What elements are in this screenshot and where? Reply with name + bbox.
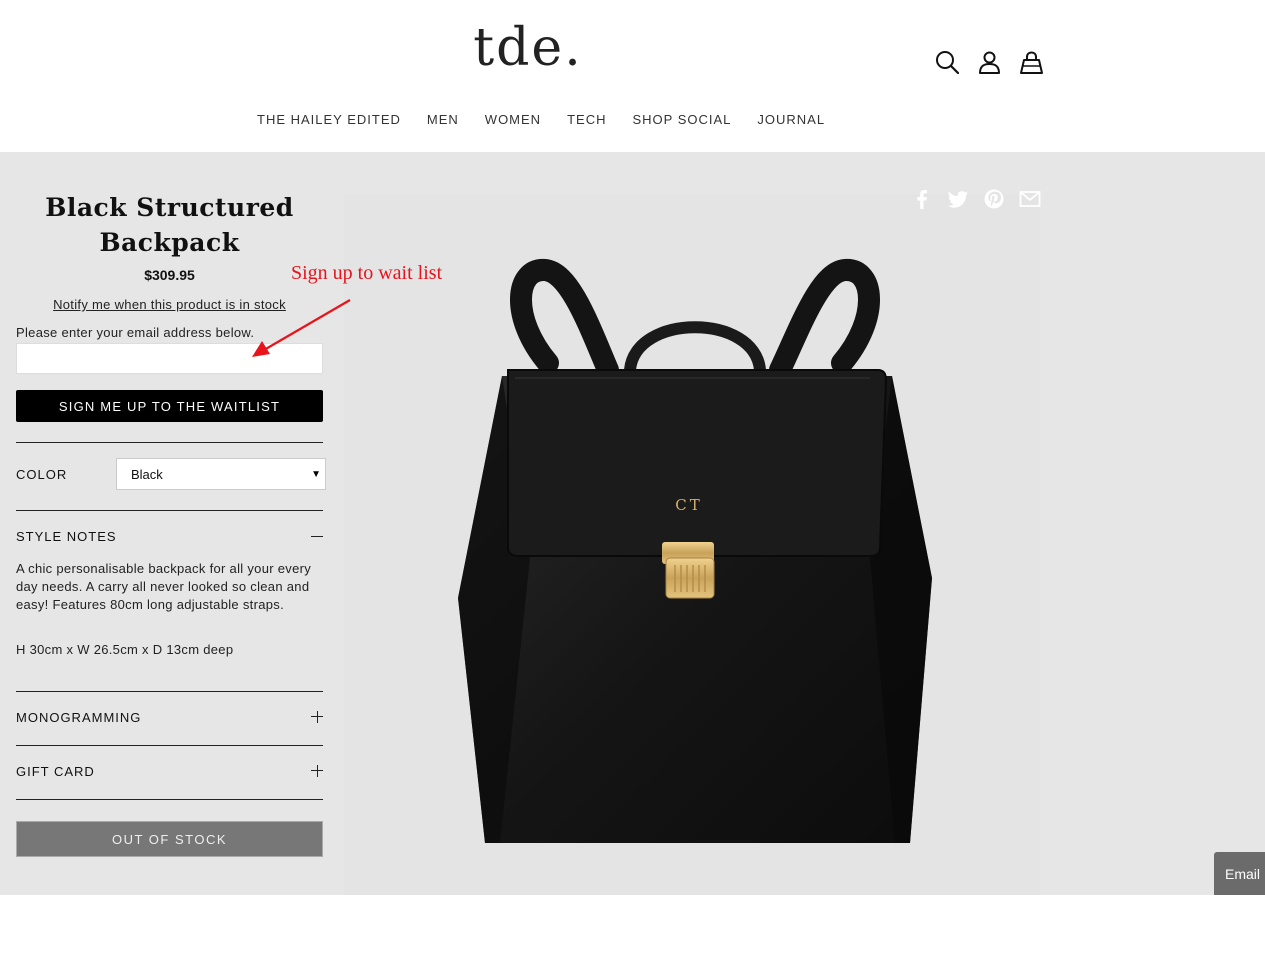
facebook-icon[interactable] <box>911 188 933 210</box>
search-icon[interactable] <box>934 49 961 76</box>
chevron-down-icon: ▼ <box>311 468 321 480</box>
email-label: Please enter your email address below. <box>16 325 255 340</box>
expand-plus-icon[interactable] <box>311 765 323 777</box>
pinterest-icon[interactable] <box>983 188 1005 210</box>
gift-card-label[interactable]: GIFT CARD <box>16 764 95 779</box>
style-notes-text: A chic personalisable backpack for all y… <box>16 561 312 612</box>
bag-icon[interactable] <box>1018 49 1045 76</box>
out-of-stock-button: OUT OF STOCK <box>16 821 323 857</box>
main-nav: THE HAILEY EDITED MEN WOMEN TECH SHOP SO… <box>257 112 825 127</box>
account-icon[interactable] <box>976 49 1003 76</box>
product-title-line2: Backpack <box>99 228 240 257</box>
twitter-icon[interactable] <box>947 188 969 210</box>
product-image-backpack[interactable]: CT <box>440 258 950 858</box>
social-share <box>911 188 1041 210</box>
product-dimensions: H 30cm x W 26.5cm x D 13cm deep <box>16 642 234 657</box>
product-price: $309.95 <box>144 267 195 283</box>
expand-plus-icon[interactable] <box>311 711 323 723</box>
email-signup-tab[interactable]: Email <box>1214 852 1265 895</box>
color-label: COLOR <box>16 467 68 482</box>
site-logo[interactable]: tde. <box>0 18 1056 78</box>
monogramming-label[interactable]: MONOGRAMMING <box>16 710 141 725</box>
header-icons <box>934 49 1045 76</box>
color-select-value: Black <box>131 466 163 482</box>
waitlist-signup-button[interactable]: SIGN ME UP TO THE WAITLIST <box>16 390 323 422</box>
nav-men[interactable]: MEN <box>427 112 459 127</box>
product-title: Black Structured Backpack <box>16 190 323 260</box>
waitlist-annotation: Sign up to wait list <box>291 262 443 284</box>
nav-journal[interactable]: JOURNAL <box>757 112 825 127</box>
monogram-text: CT <box>675 496 702 514</box>
divider <box>16 745 323 746</box>
divider <box>16 442 323 443</box>
site-header: tde. THE HAILEY EDITED MEN WOMEN TECH SH… <box>0 0 1265 152</box>
annotation-arrow-icon <box>252 299 351 357</box>
product-title-line1: Black Structured <box>45 193 294 222</box>
email-share-icon[interactable] <box>1019 188 1041 210</box>
color-select[interactable]: Black ▼ <box>116 458 326 490</box>
divider <box>16 510 323 511</box>
nav-tech[interactable]: TECH <box>567 112 606 127</box>
style-notes-label[interactable]: STYLE NOTES <box>16 529 117 544</box>
divider <box>16 691 323 692</box>
collapse-minus-icon[interactable] <box>311 531 323 543</box>
nav-shop-social[interactable]: SHOP SOCIAL <box>632 112 731 127</box>
nav-the-hailey-edited[interactable]: THE HAILEY EDITED <box>257 112 401 127</box>
nav-women[interactable]: WOMEN <box>485 112 541 127</box>
divider <box>16 799 323 800</box>
